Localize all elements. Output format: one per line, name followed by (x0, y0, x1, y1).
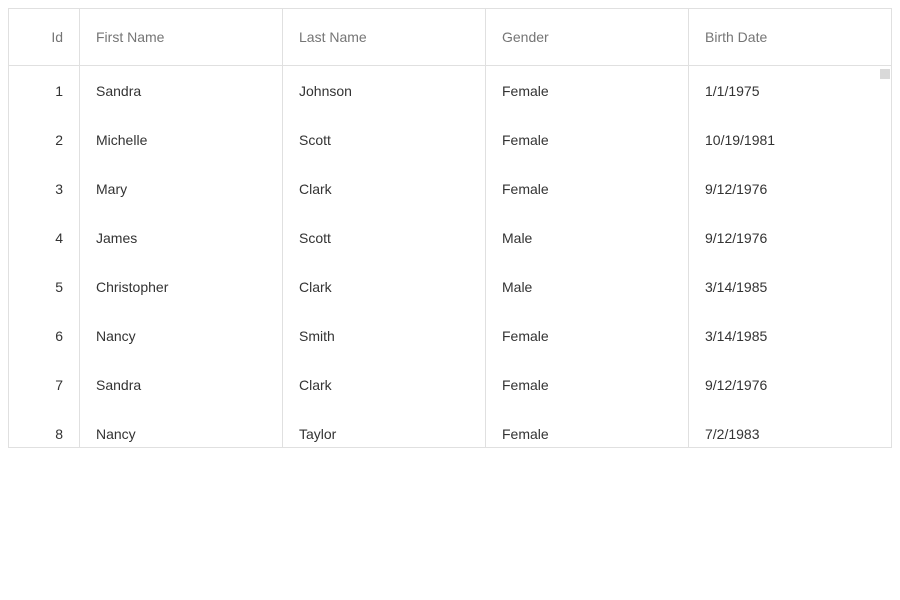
cell-first-name[interactable]: Nancy (80, 311, 283, 360)
column-header-id[interactable]: Id (9, 9, 80, 65)
grid-header-row: Id First Name Last Name Gender Birth Dat… (9, 9, 891, 66)
cell-first-name[interactable]: Sandra (80, 360, 283, 409)
cell-gender[interactable]: Male (486, 262, 689, 311)
table-row[interactable]: 8 Nancy Taylor Female 7/2/1983 (9, 409, 891, 447)
cell-gender[interactable]: Male (486, 213, 689, 262)
cell-gender[interactable]: Female (486, 409, 689, 447)
column-header-birth-date[interactable]: Birth Date (689, 9, 891, 65)
grid-body[interactable]: 1 Sandra Johnson Female 1/1/1975 2 Michelle Sco… (9, 66, 891, 447)
table-row[interactable]: 4 James Scott Male 9/12/1976 (9, 213, 891, 262)
cell-id[interactable]: 6 (9, 311, 80, 360)
column-header-first-name[interactable]: First Name (80, 9, 283, 65)
cell-gender[interactable]: Female (486, 311, 689, 360)
column-header-last-name[interactable]: Last Name (283, 9, 486, 65)
cell-id[interactable]: 1 (9, 66, 80, 115)
cell-first-name[interactable]: James (80, 213, 283, 262)
table-row[interactable]: 3 Mary Clark Female 9/12/1976 (9, 164, 891, 213)
cell-birth-date[interactable]: 1/1/1975 (689, 66, 891, 115)
cell-last-name[interactable]: Clark (283, 360, 486, 409)
cell-id[interactable]: 5 (9, 262, 80, 311)
cell-id[interactable]: 8 (9, 409, 80, 447)
column-header-gender[interactable]: Gender (486, 9, 689, 65)
cell-birth-date[interactable]: 9/12/1976 (689, 360, 891, 409)
cell-birth-date[interactable]: 9/12/1976 (689, 213, 891, 262)
cell-gender[interactable]: Female (486, 360, 689, 409)
cell-id[interactable]: 7 (9, 360, 80, 409)
grid-rows: 1 Sandra Johnson Female 1/1/1975 2 Michelle Sco… (9, 66, 891, 447)
cell-first-name[interactable]: Nancy (80, 409, 283, 447)
table-row[interactable]: 1 Sandra Johnson Female 1/1/1975 (9, 66, 891, 115)
cell-birth-date[interactable]: 3/14/1985 (689, 311, 891, 360)
cell-birth-date[interactable]: 9/12/1976 (689, 164, 891, 213)
cell-last-name[interactable]: Smith (283, 311, 486, 360)
cell-last-name[interactable]: Scott (283, 115, 486, 164)
cell-last-name[interactable]: Taylor (283, 409, 486, 447)
cell-id[interactable]: 2 (9, 115, 80, 164)
table-row[interactable]: 2 Michelle Scott Female 10/19/1981 (9, 115, 891, 164)
vertical-scrollbar-thumb[interactable] (880, 69, 890, 79)
cell-id[interactable]: 3 (9, 164, 80, 213)
data-grid: Id First Name Last Name Gender Birth Dat… (8, 8, 892, 448)
cell-last-name[interactable]: Scott (283, 213, 486, 262)
cell-birth-date[interactable]: 3/14/1985 (689, 262, 891, 311)
cell-first-name[interactable]: Mary (80, 164, 283, 213)
cell-last-name[interactable]: Johnson (283, 66, 486, 115)
cell-birth-date[interactable]: 10/19/1981 (689, 115, 891, 164)
cell-first-name[interactable]: Christopher (80, 262, 283, 311)
table-row[interactable]: 7 Sandra Clark Female 9/12/1976 (9, 360, 891, 409)
cell-gender[interactable]: Female (486, 66, 689, 115)
cell-gender[interactable]: Female (486, 115, 689, 164)
cell-id[interactable]: 4 (9, 213, 80, 262)
table-row[interactable]: 6 Nancy Smith Female 3/14/1985 (9, 311, 891, 360)
cell-gender[interactable]: Female (486, 164, 689, 213)
cell-first-name[interactable]: Michelle (80, 115, 283, 164)
cell-last-name[interactable]: Clark (283, 262, 486, 311)
table-row[interactable]: 5 Christopher Clark Male 3/14/1985 (9, 262, 891, 311)
cell-first-name[interactable]: Sandra (80, 66, 283, 115)
cell-last-name[interactable]: Clark (283, 164, 486, 213)
cell-birth-date[interactable]: 7/2/1983 (689, 409, 891, 447)
